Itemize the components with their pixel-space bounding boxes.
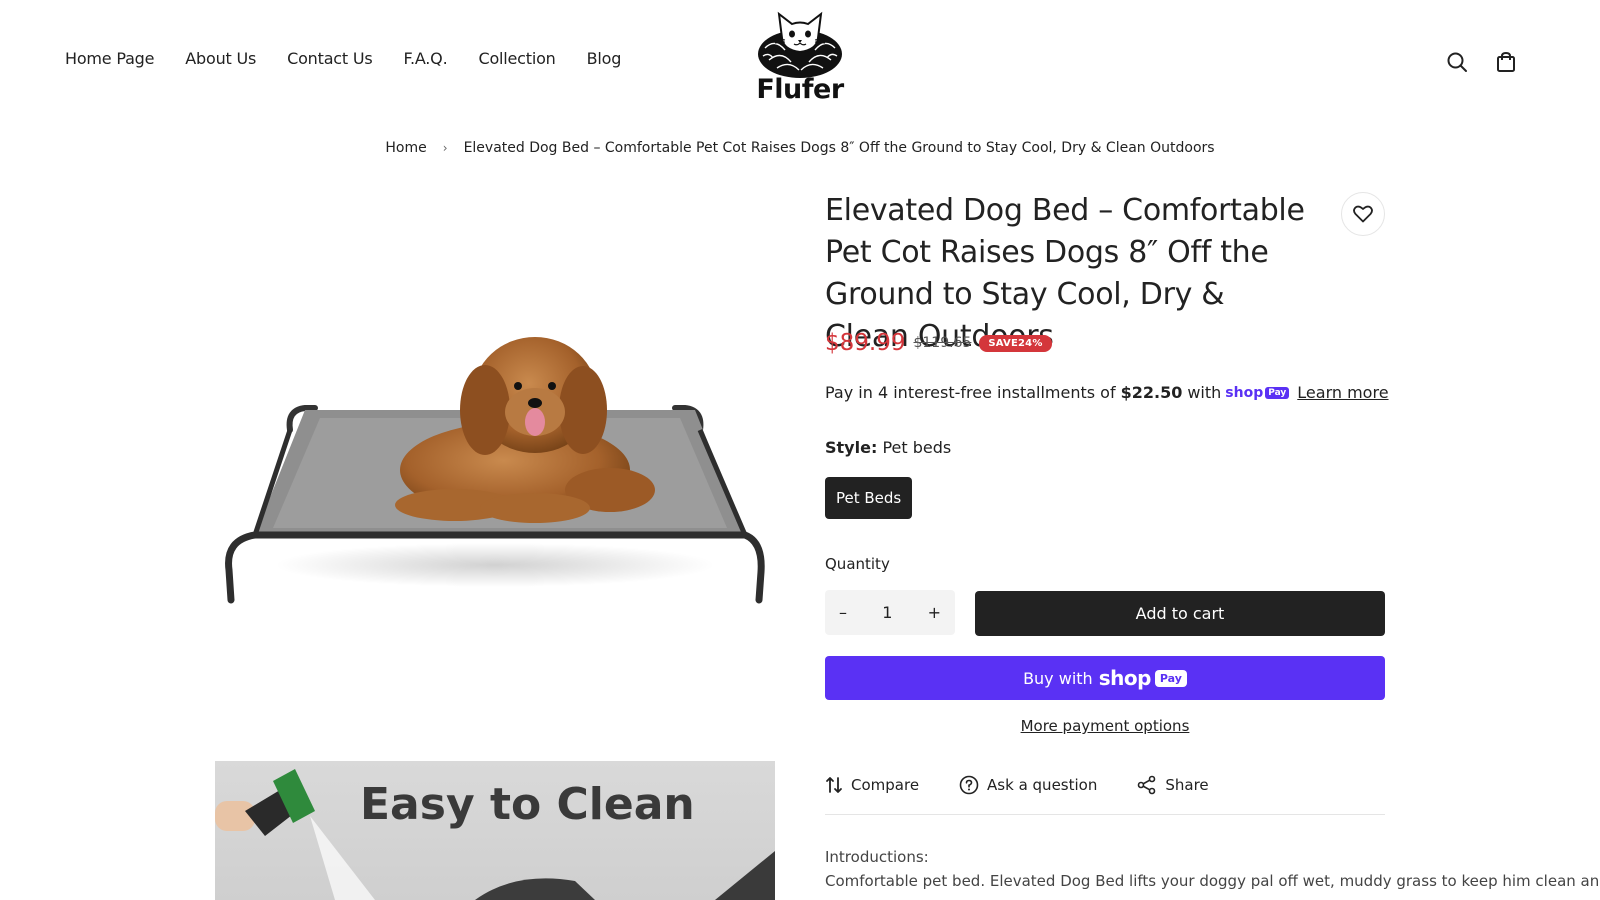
shoppay-logo-icon: shop Pay — [1225, 385, 1290, 401]
shop-logo-icon: shop — [1098, 666, 1152, 690]
product-info: Elevated Dog Bed – Comfortable Pet Cot R… — [825, 190, 1600, 890]
question-circle-icon — [959, 775, 979, 795]
nav-home-page[interactable]: Home Page — [65, 49, 154, 68]
breadcrumb: Home › Elevated Dog Bed – Comfortable Pe… — [0, 140, 1600, 156]
buy-with-label: Buy with — [1023, 668, 1093, 688]
breadcrumb-current: Elevated Dog Bed – Comfortable Pet Cot R… — [463, 140, 1215, 156]
product-main-image[interactable] — [215, 190, 775, 740]
search-icon[interactable] — [1444, 49, 1470, 75]
nav-collection[interactable]: Collection — [478, 49, 555, 68]
quantity-increase-button[interactable]: + — [928, 603, 941, 622]
learn-more-link[interactable]: Learn more — [1297, 383, 1388, 402]
nav-faq[interactable]: F.A.Q. — [404, 49, 448, 68]
compare-at-price: $119.65 — [913, 335, 972, 351]
quantity-value[interactable]: 1 — [882, 603, 892, 622]
quantity-decrease-button[interactable]: – — [839, 603, 847, 622]
cat-logo-icon — [758, 11, 842, 78]
installments-amount: $22.50 — [1120, 383, 1183, 402]
nav-about-us[interactable]: About Us — [185, 49, 256, 68]
installments-text: Pay in 4 interest-free installments of — [825, 383, 1116, 402]
section-divider — [825, 814, 1385, 815]
chevron-right-icon: › — [442, 141, 448, 155]
main-nav: Home Page About Us Contact Us F.A.Q. Col… — [65, 49, 652, 68]
introductions-heading: Introductions: — [825, 848, 929, 866]
product-secondary-image[interactable]: Easy to Clean — [215, 761, 775, 900]
shoppay-installments: Pay in 4 interest-free installments of $… — [825, 383, 1389, 402]
add-to-cart-button[interactable]: Add to cart — [975, 591, 1385, 636]
brand-logo[interactable]: Flufer — [752, 8, 848, 108]
nav-blog[interactable]: Blog — [587, 49, 622, 68]
quantity-label: Quantity — [825, 555, 890, 573]
sale-price: $89.99 — [825, 330, 906, 356]
hose-illustration — [215, 769, 775, 900]
shopping-bag-icon[interactable] — [1493, 49, 1519, 75]
style-value: Pet beds — [882, 438, 952, 457]
price-row: $89.99 $119.65 SAVE24% — [825, 330, 1052, 356]
heart-icon — [1353, 205, 1373, 223]
site-header: Home Page About Us Contact Us F.A.Q. Col… — [0, 0, 1600, 122]
style-label: Style: Pet beds — [825, 438, 952, 457]
dog-bed-photo — [225, 337, 765, 604]
introductions-text: Comfortable pet bed. Elevated Dog Bed li… — [825, 872, 1600, 890]
installments-with: with — [1187, 383, 1222, 402]
share-button[interactable]: Share — [1137, 775, 1209, 795]
ask-question-button[interactable]: Ask a question — [959, 775, 1097, 795]
more-payment-options-link[interactable]: More payment options — [825, 717, 1385, 735]
save-badge: SAVE24% — [979, 334, 1052, 352]
wishlist-button[interactable] — [1341, 192, 1385, 236]
brand-name: Flufer — [756, 74, 844, 105]
compare-button[interactable]: Compare — [825, 776, 919, 794]
style-option-pet-beds[interactable]: Pet Beds — [825, 477, 913, 519]
quantity-stepper: – 1 + — [825, 590, 955, 635]
product-actions: Compare Ask a question Share — [825, 775, 1249, 795]
nav-contact-us[interactable]: Contact Us — [287, 49, 373, 68]
buy-with-shoppay-button[interactable]: Buy with shop Pay — [825, 656, 1385, 700]
compare-arrows-icon — [826, 777, 842, 793]
breadcrumb-home[interactable]: Home — [385, 140, 426, 156]
share-icon — [1138, 775, 1156, 795]
pay-logo-icon: Pay — [1154, 669, 1187, 687]
